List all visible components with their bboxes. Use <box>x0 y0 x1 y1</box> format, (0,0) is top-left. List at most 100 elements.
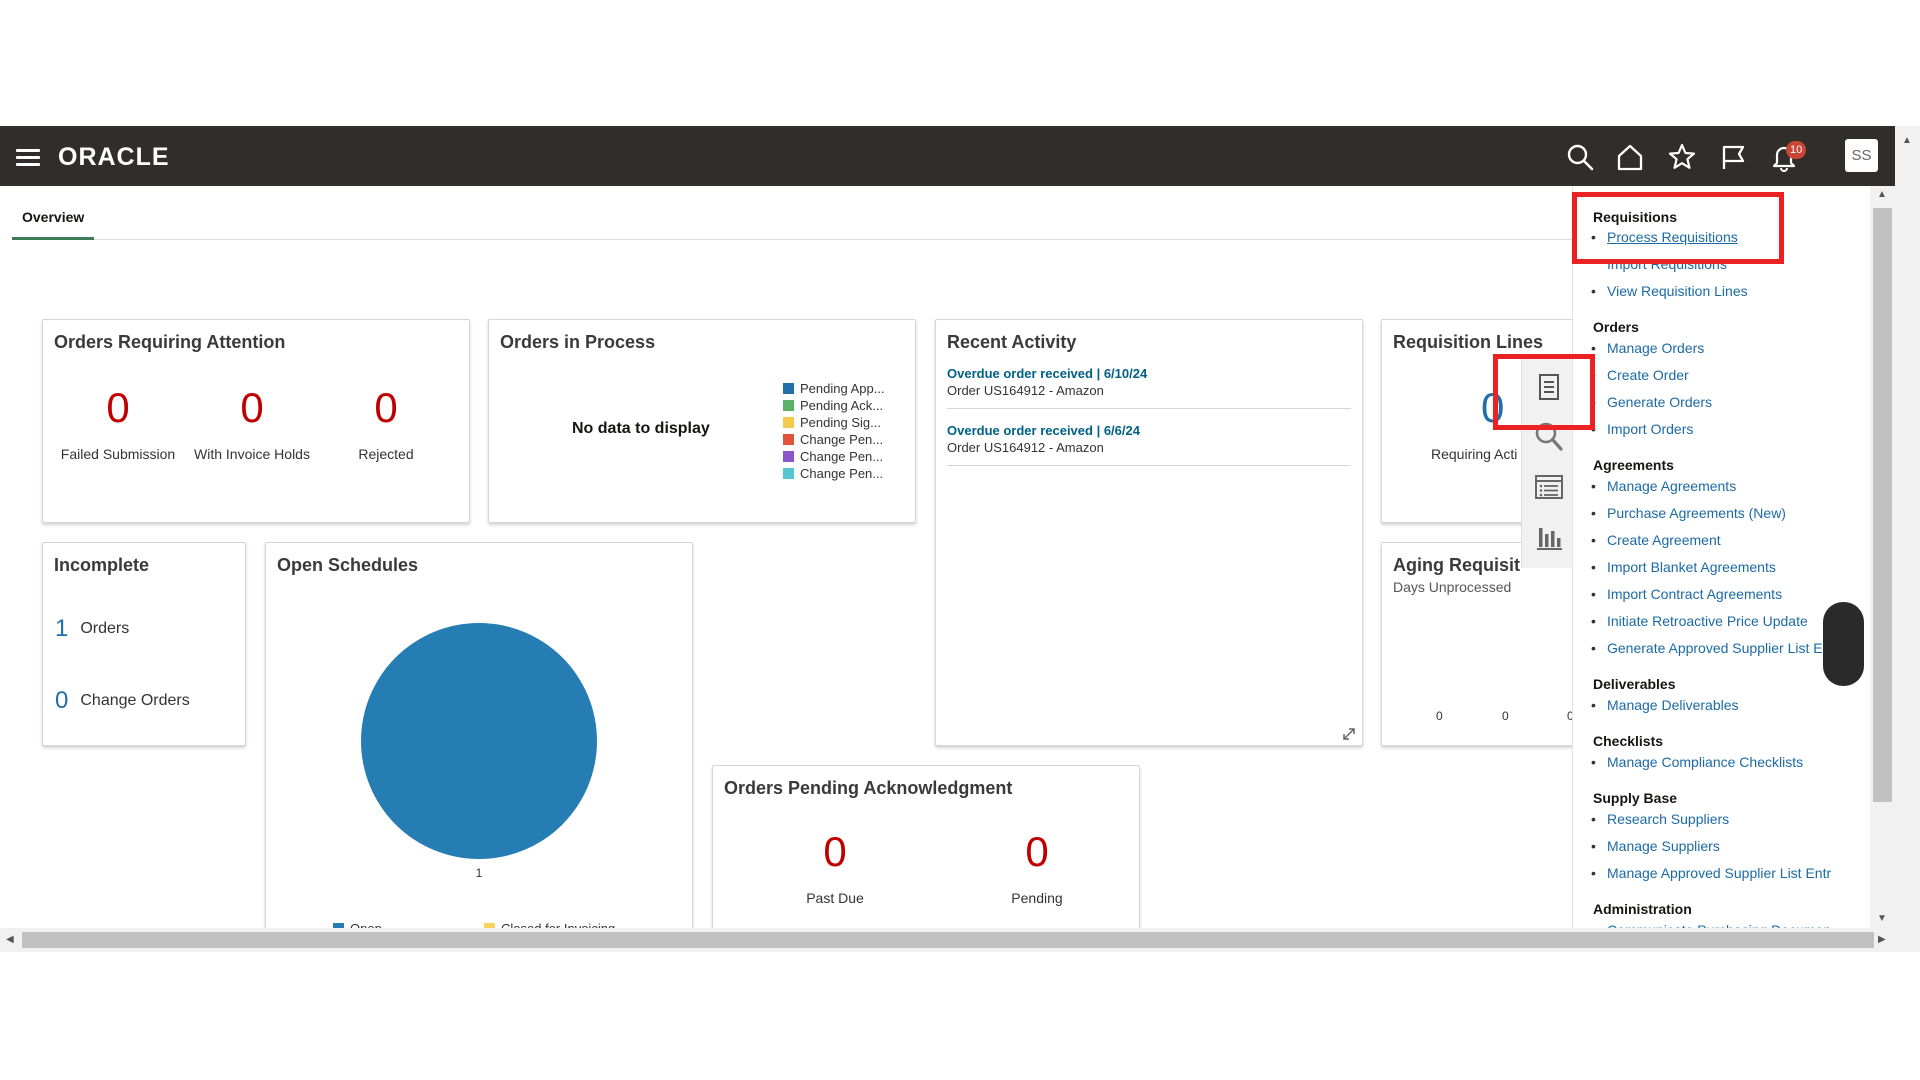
requisition-lines-label: Requiring Acti <box>1431 446 1518 462</box>
activity-title[interactable]: Overdue order received | 6/10/24 <box>947 366 1351 381</box>
report-list-icon[interactable] <box>1532 470 1566 504</box>
legend-item: Change Pen... <box>783 466 883 481</box>
aging-value: 0 <box>1502 709 1509 723</box>
card-title: Orders Pending Acknowledgment <box>724 778 1013 798</box>
task-link-purchase-agreements-new[interactable]: Purchase Agreements (New) <box>1591 505 1786 521</box>
aging-value: 0 <box>1436 709 1443 723</box>
favorites-star-icon[interactable] <box>1667 142 1697 172</box>
activity-subtitle: Order US164912 - Amazon <box>947 440 1104 455</box>
tasks-heading-agreements: Agreements <box>1593 457 1674 473</box>
metric-value: 0 <box>374 384 398 431</box>
legend-item: Pending Sig... <box>783 415 881 430</box>
legend-swatch <box>783 468 794 479</box>
tasks-heading-administration: Administration <box>1593 901 1692 917</box>
task-link-manage-compliance-checklists[interactable]: Manage Compliance Checklists <box>1591 754 1803 770</box>
navigator-menu-icon[interactable] <box>16 149 40 167</box>
incomplete-change-orders-row[interactable]: 0 Change Orders <box>55 687 190 715</box>
incomplete-count: 0 <box>55 687 69 714</box>
task-link-create-agreement[interactable]: Create Agreement <box>1591 532 1721 548</box>
task-link-create-order[interactable]: Create Order <box>1591 367 1689 383</box>
scroll-down-arrow-icon[interactable]: ▼ <box>1877 914 1887 924</box>
task-link-view-requisition-lines[interactable]: View Requisition Lines <box>1591 283 1748 299</box>
browser-vertical-scrollbar[interactable]: ▲ <box>1895 126 1920 952</box>
incomplete-label: Orders <box>80 620 130 637</box>
with-invoice-holds-metric[interactable]: 0 With Invoice Holds <box>187 384 317 462</box>
task-link-manage-agreements[interactable]: Manage Agreements <box>1591 478 1736 494</box>
metric-value: 0 <box>240 384 264 431</box>
scrollbar-thumb[interactable] <box>22 932 1874 948</box>
legend-swatch <box>783 400 794 411</box>
expand-icon[interactable] <box>1342 727 1356 741</box>
incomplete-orders-row[interactable]: 1 Orders <box>55 615 129 643</box>
tab-overview[interactable]: Overview <box>12 200 95 240</box>
activity-title[interactable]: Overdue order received | 6/6/24 <box>947 423 1351 438</box>
orders-in-process-card: Orders in Process No data to display Pen… <box>488 319 916 523</box>
user-avatar[interactable]: SS <box>1845 139 1878 172</box>
task-link-manage-deliverables[interactable]: Manage Deliverables <box>1591 697 1738 713</box>
screen: ORACLE 1 0 SS Overview Orders Requiring A… <box>0 0 1920 1080</box>
oracle-logo: ORACLE <box>58 143 170 171</box>
tasks-heading-checklists: Checklists <box>1593 733 1664 749</box>
legend-item: Pending App... <box>783 381 885 396</box>
open-schedules-pie-chart: 1 <box>361 623 597 880</box>
past-due-metric[interactable]: 0 Past Due <box>770 828 900 906</box>
analytics-bar-chart-icon[interactable] <box>1532 520 1566 554</box>
activity-item[interactable]: Overdue order received | 6/6/24 Order US… <box>947 423 1351 466</box>
search-icon[interactable] <box>1565 142 1595 172</box>
failed-submission-metric[interactable]: 0 Failed Submission <box>53 384 183 462</box>
card-title: Orders in Process <box>500 332 656 352</box>
scroll-up-arrow-icon[interactable]: ▲ <box>1902 136 1912 146</box>
page-tabs: Overview <box>12 200 1572 240</box>
orders-requiring-attention-card: Orders Requiring Attention 0 Failed Subm… <box>42 319 470 523</box>
highlight-process-requisitions <box>1572 192 1784 264</box>
card-title: Incomplete <box>54 555 150 575</box>
tasks-panel: Requisitions Process Requisitions Import… <box>1572 186 1870 952</box>
watchlist-flag-icon[interactable] <box>1718 142 1748 172</box>
pie-slice-open[interactable] <box>361 623 597 859</box>
card-title: Aging Requisit <box>1393 555 1520 575</box>
pending-metric[interactable]: 0 Pending <box>972 828 1102 906</box>
task-link-generate-approved-supplier-list[interactable]: Generate Approved Supplier List En <box>1591 640 1830 656</box>
task-link-research-suppliers[interactable]: Research Suppliers <box>1591 811 1729 827</box>
metric-value: 0 <box>106 384 130 431</box>
home-icon[interactable] <box>1615 142 1645 172</box>
incomplete-count: 1 <box>55 615 69 642</box>
metric-value: 0 <box>823 828 847 875</box>
tasks-heading-orders: Orders <box>1593 319 1639 335</box>
horizontal-scrollbar[interactable]: ◀ ▶ <box>0 928 1895 952</box>
metric-label: Failed Submission <box>60 446 176 462</box>
legend-swatch <box>783 434 794 445</box>
rejected-metric[interactable]: 0 Rejected <box>321 384 451 462</box>
oracle-app-window: ORACLE 1 0 SS Overview Orders Requiring A… <box>0 126 1895 952</box>
no-data-message: No data to display <box>572 420 710 437</box>
task-link-manage-approved-supplier-list[interactable]: Manage Approved Supplier List Entr <box>1591 865 1831 881</box>
scroll-left-arrow-icon[interactable]: ◀ <box>6 935 14 945</box>
scrollbar-thumb[interactable] <box>1873 208 1892 802</box>
activity-item[interactable]: Overdue order received | 6/10/24 Order U… <box>947 366 1351 409</box>
card-title: Recent Activity <box>947 332 1077 352</box>
highlight-tasks-icon <box>1493 354 1595 430</box>
floating-help-pill[interactable] <box>1823 602 1864 686</box>
aging-subtitle: Days Unprocessed <box>1393 579 1512 595</box>
card-title: Requisition Lines <box>1393 332 1544 352</box>
legend-swatch <box>783 417 794 428</box>
legend-item: Pending Ack... <box>783 398 883 413</box>
task-link-import-blanket-agreements[interactable]: Import Blanket Agreements <box>1591 559 1776 575</box>
card-title: Orders Requiring Attention <box>54 332 286 352</box>
task-link-manage-orders[interactable]: Manage Orders <box>1591 340 1704 356</box>
scroll-up-arrow-icon[interactable]: ▲ <box>1877 190 1887 200</box>
legend-swatch <box>783 383 794 394</box>
panel-vertical-scrollbar[interactable]: ▲ ▼ <box>1870 186 1895 928</box>
metric-label: Rejected <box>358 446 414 462</box>
task-link-initiate-retroactive-price-update[interactable]: Initiate Retroactive Price Update <box>1591 613 1808 629</box>
task-link-manage-suppliers[interactable]: Manage Suppliers <box>1591 838 1720 854</box>
legend-swatch <box>783 451 794 462</box>
task-link-import-orders[interactable]: Import Orders <box>1591 421 1693 437</box>
task-link-import-contract-agreements[interactable]: Import Contract Agreements <box>1591 586 1782 602</box>
metric-label: With Invoice Holds <box>194 446 310 462</box>
scroll-right-arrow-icon[interactable]: ▶ <box>1878 935 1886 945</box>
pie-data-label: 1 <box>476 866 483 880</box>
metric-value: 0 <box>1025 828 1049 875</box>
recent-activity-card: Recent Activity Overdue order received |… <box>935 319 1363 746</box>
task-link-generate-orders[interactable]: Generate Orders <box>1591 394 1712 410</box>
